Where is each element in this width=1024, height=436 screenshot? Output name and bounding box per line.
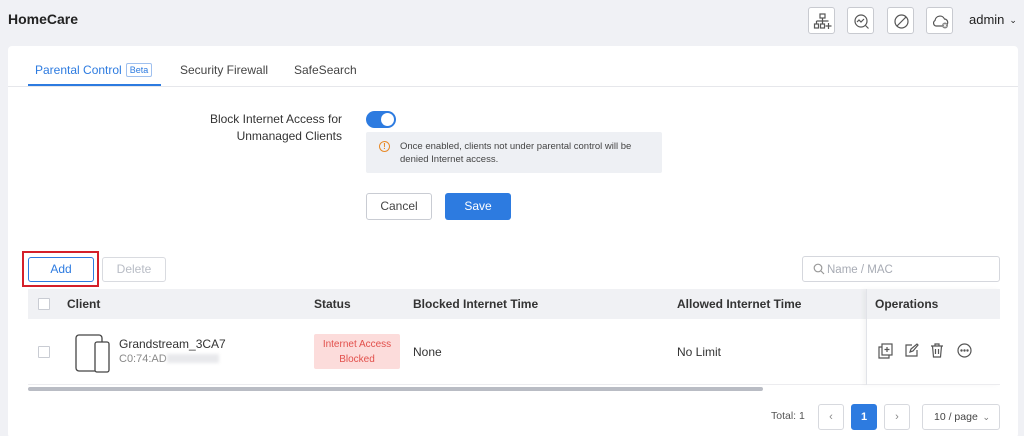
scrollbar-thumb[interactable] bbox=[28, 387, 763, 391]
tab-label: Parental Control bbox=[35, 63, 122, 77]
prev-page-button[interactable]: ‹ bbox=[818, 404, 844, 430]
cloud-icon[interactable] bbox=[926, 7, 953, 34]
clients-table: Client Status Blocked Internet Time Allo… bbox=[28, 289, 1000, 385]
status-badge: Internet Access Blocked bbox=[314, 334, 400, 369]
mac-redacted bbox=[166, 354, 219, 363]
block-unmanaged-toggle[interactable] bbox=[366, 111, 396, 128]
total-count: Total: 1 bbox=[771, 410, 805, 422]
select-all-checkbox[interactable] bbox=[38, 298, 50, 310]
search-input[interactable] bbox=[827, 261, 992, 278]
page-number-button[interactable]: 1 bbox=[851, 404, 877, 430]
column-client[interactable]: Client bbox=[67, 297, 100, 311]
allowed-time: No Limit bbox=[677, 345, 722, 359]
tab-security-firewall[interactable]: Security Firewall bbox=[180, 63, 268, 77]
delete-button[interactable]: Delete bbox=[102, 257, 166, 282]
chevron-down-icon: ⌄ bbox=[1009, 15, 1017, 25]
tabs-divider bbox=[8, 86, 1018, 87]
info-warning-icon: ! bbox=[379, 141, 390, 152]
block-unmanaged-label: Block Internet Access for Unmanaged Clie… bbox=[209, 112, 342, 143]
save-button[interactable]: Save bbox=[445, 193, 511, 220]
page-size-select[interactable]: 10 / page ⌄ bbox=[922, 404, 1000, 430]
search-box[interactable] bbox=[802, 256, 1000, 282]
user-name: admin bbox=[969, 12, 1005, 27]
add-button[interactable]: Add bbox=[28, 257, 94, 282]
column-allowed-time[interactable]: Allowed Internet Time bbox=[677, 297, 801, 311]
device-icon bbox=[75, 334, 110, 373]
search-icon bbox=[813, 263, 825, 275]
info-text: Once enabled, clients not under parental… bbox=[400, 141, 632, 165]
tab-parental-control[interactable]: Parental Control Beta bbox=[35, 63, 153, 77]
block-icon[interactable] bbox=[887, 7, 914, 34]
table-horizontal-scrollbar[interactable] bbox=[28, 387, 1000, 392]
page-size-value: 10 / page bbox=[934, 411, 978, 423]
table-header: Client Status Blocked Internet Time Allo… bbox=[28, 289, 1000, 319]
network-topology-icon[interactable] bbox=[808, 7, 835, 34]
user-menu[interactable]: admin ⌄ bbox=[969, 12, 1017, 27]
top-bar: HomeCare admin ⌄ bbox=[0, 0, 1024, 42]
blocked-time: None bbox=[413, 345, 442, 359]
toggle-knob bbox=[381, 113, 394, 126]
beta-badge: Beta bbox=[125, 63, 153, 77]
app-title: HomeCare bbox=[8, 11, 79, 27]
diagnostics-icon[interactable] bbox=[847, 7, 874, 34]
info-notice: ! Once enabled, clients not under parent… bbox=[366, 132, 662, 173]
column-blocked-time[interactable]: Blocked Internet Time bbox=[413, 297, 538, 311]
client-name: Grandstream_3CA7 bbox=[119, 337, 226, 351]
chevron-down-icon: ⌄ bbox=[982, 412, 990, 422]
next-page-button[interactable]: › bbox=[884, 404, 910, 430]
client-mac: C0:74:AD bbox=[119, 353, 219, 365]
cancel-button[interactable]: Cancel bbox=[366, 193, 432, 220]
column-status[interactable]: Status bbox=[314, 297, 351, 311]
row-checkbox[interactable] bbox=[38, 346, 50, 358]
table-row[interactable]: Grandstream_3CA7 C0:74:AD Internet Acces… bbox=[28, 319, 1000, 385]
tab-safesearch[interactable]: SafeSearch bbox=[294, 63, 357, 77]
operations-column-fixed bbox=[866, 289, 1000, 385]
main-card: Parental Control Beta Security Firewall S… bbox=[8, 46, 1018, 436]
